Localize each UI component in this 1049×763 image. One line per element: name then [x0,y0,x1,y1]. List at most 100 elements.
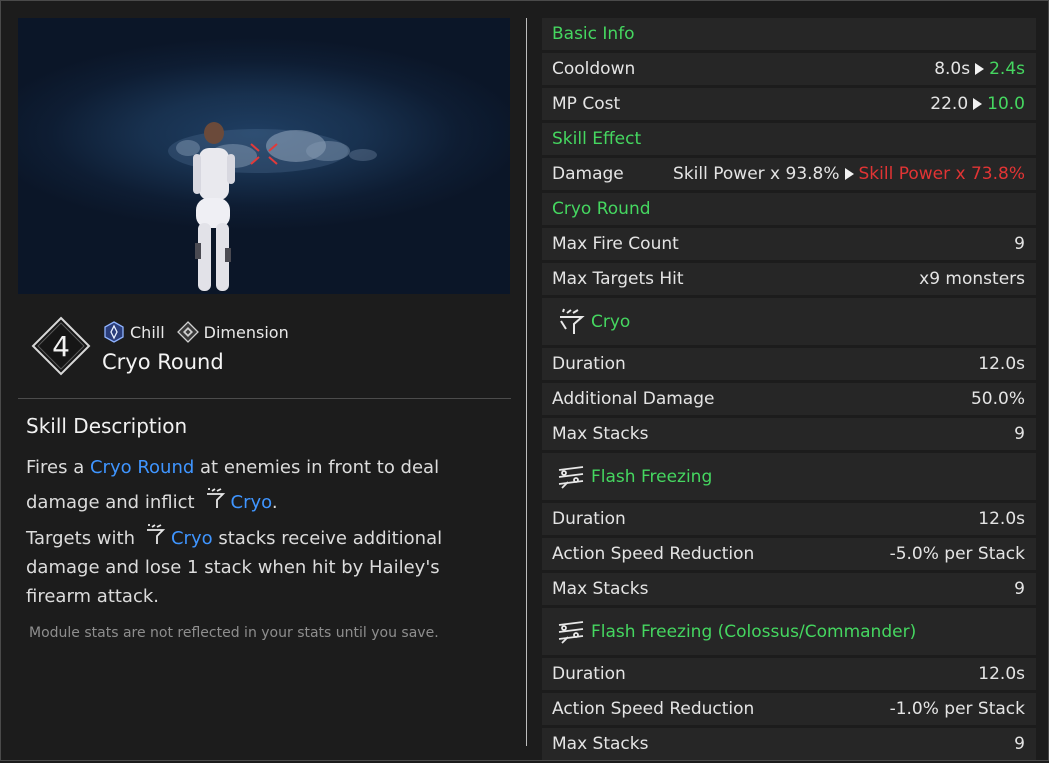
section-title: Skill Effect [552,129,642,149]
skill-header: 4 Chill Dimension Cryo Round [31,316,511,386]
section-title: Cryo [591,311,631,332]
stat-label: Max Stacks [552,579,649,599]
section-cryo-round: Cryo Round [542,193,1036,225]
section-title: Basic Info [552,24,635,44]
stat-value: 22.0 10.0 [930,94,1025,114]
stat-label: MP Cost [552,94,621,114]
divider [18,398,511,399]
skill-tags: Chill Dimension [103,321,295,343]
stat-value: -1.0% per Stack [889,699,1025,719]
stat-mp-cost: MP Cost 22.0 10.0 [542,88,1036,120]
module-stats-note: Module stats are not reflected in your s… [29,625,439,641]
chill-icon [104,321,124,343]
stat-damage: Damage Skill Power x 93.8% Skill Power x … [542,158,1036,190]
stat-from: 8.0s [934,59,971,79]
section-basic-info: Basic Info [542,18,1036,50]
stat-value: 9 [1014,424,1025,444]
stat-max-fire-count: Max Fire Count 9 [542,228,1036,260]
tag-chill: Chill [103,321,165,343]
stat-label: Max Targets Hit [552,269,684,289]
stat-label: Max Fire Count [552,234,679,254]
arrow-right-icon [973,98,983,110]
tag-dimension: Dimension [176,321,289,343]
stat-label: Action Speed Reduction [552,544,755,564]
tag-dimension-label: Dimension [203,322,289,342]
stat-label: Damage [552,164,624,184]
skill-description-text: Fires a Cryo Round at enemies in front t… [26,453,506,611]
section-title: Cryo Round [552,199,651,219]
section-flash-freezing: Flash Freezing [542,453,1036,500]
section-title-wrap: Flash Freezing (Colossus/Commander) [552,617,916,647]
skill-stats-list: Basic Info Cooldown 8.0s 2.4s MP Cost 22.… [542,18,1036,763]
desc-link-cryo: Cryo [170,528,213,549]
stat-value: 8.0s 2.4s [934,59,1025,79]
desc-link-cryo-round: Cryo Round [89,457,195,478]
skill-preview-image [18,18,510,294]
arrow-right-icon [844,168,854,180]
cryo-icon [560,308,585,334]
desc-text: damage and inflict [26,492,195,513]
stat-value: 9 [1014,734,1025,754]
desc-text: Fires a [26,457,90,478]
flash-freezing-icon [558,465,584,489]
stat-cryo-max-stacks: Max Stacks 9 [542,418,1036,450]
stat-label: Cooldown [552,59,636,79]
stat-value: 12.0s [978,354,1025,374]
section-flash-freezing-colossus: Flash Freezing (Colossus/Commander) [542,608,1036,655]
desc-text: at enemies in front to deal [194,457,440,478]
stat-label: Duration [552,354,626,374]
stat-label: Action Speed Reduction [552,699,755,719]
stat-value: x9 monsters [919,269,1025,289]
stat-cooldown: Cooldown 8.0s 2.4s [542,53,1036,85]
desc-text: firearm attack. [26,586,160,607]
stat-cryo-additional-damage: Additional Damage 50.0% [542,383,1036,415]
skill-rank-badge: 4 [31,316,91,376]
stat-flash-freezing-cc-speed-reduction: Action Speed Reduction -1.0% per Stack [542,693,1036,725]
stat-flash-freezing-speed-reduction: Action Speed Reduction -5.0% per Stack [542,538,1036,570]
stat-label: Duration [552,509,626,529]
stat-flash-freezing-cc-duration: Duration 12.0s [542,658,1036,690]
stat-label: Max Stacks [552,734,649,754]
stat-value: 9 [1014,234,1025,254]
stat-value: 50.0% [970,389,1025,409]
skill-detail-window: 4 Chill Dimension Cryo Round Skill Descr… [0,0,1049,761]
desc-text: . [271,492,278,513]
skill-rank-number: 4 [52,329,70,363]
skill-name: Cryo Round [102,350,224,374]
stat-max-targets-hit: Max Targets Hit x9 monsters [542,263,1036,295]
desc-text: Targets with [26,528,135,549]
stat-value: -5.0% per Stack [889,544,1025,564]
stat-to: Skill Power x 73.8% [858,164,1025,184]
section-title-wrap: Cryo [552,307,630,337]
stat-value: 12.0s [978,509,1025,529]
stat-cryo-duration: Duration 12.0s [542,348,1036,380]
arrow-right-icon [975,63,985,75]
stat-value: 9 [1014,579,1025,599]
stat-label: Max Stacks [552,424,649,444]
panel-divider [526,18,527,746]
stat-label: Additional Damage [552,389,715,409]
stat-to: 10.0 [987,94,1025,114]
tag-chill-label: Chill [130,322,165,342]
stat-value: 12.0s [978,664,1025,684]
dimension-icon [176,321,199,343]
desc-text: stacks receive additional [212,528,443,549]
desc-link-cryo: Cryo [230,492,272,513]
cryo-icon [146,524,166,544]
stat-value: Skill Power x 93.8% Skill Power x 73.8% [673,164,1025,184]
section-title: Flash Freezing [591,466,713,487]
stat-to: 2.4s [989,59,1025,79]
stat-label: Duration [552,664,626,684]
section-cryo: Cryo [542,298,1036,345]
skill-description-title: Skill Description [26,414,188,438]
desc-text: damage and lose 1 stack when hit by Hail… [26,557,440,578]
stat-from: 22.0 [930,94,969,114]
section-title: Flash Freezing (Colossus/Commander) [591,621,917,642]
section-title-wrap: Flash Freezing [552,462,712,492]
stat-flash-freezing-duration: Duration 12.0s [542,503,1036,535]
flash-freezing-icon [558,620,584,644]
section-skill-effect: Skill Effect [542,123,1036,155]
stat-from: Skill Power x 93.8% [673,164,840,184]
stat-flash-freezing-cc-max-stacks: Max Stacks 9 [542,728,1036,760]
cryo-icon [206,488,225,508]
